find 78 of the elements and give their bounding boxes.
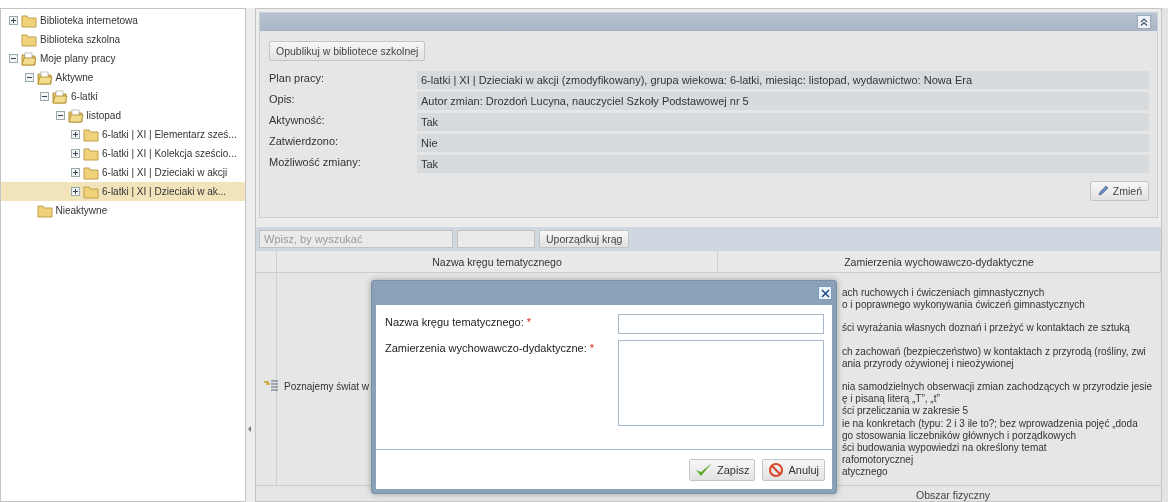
checkmark-icon <box>695 461 713 478</box>
field-label: Nazwa kręgu tematycznego: <box>385 316 524 328</box>
field-value: Tak <box>417 155 1149 173</box>
table-cell-text: ę i pisaną literą „T”, „t” <box>842 393 940 406</box>
tree-item[interactable]: Biblioteka internetowa <box>1 11 245 30</box>
change-button[interactable]: Zmień <box>1089 181 1149 201</box>
field-value: Nie <box>417 134 1149 152</box>
table-cell-text: ści budowania wypowiedzi na określony temat <box>842 442 1047 455</box>
input-field[interactable] <box>457 230 535 248</box>
field-label: Aktywność: <box>269 113 326 128</box>
table-cell-text: ści wyrażania własnych doznań i przeżyć w kontaktach ze sztuką <box>842 321 1130 335</box>
field-label: Zamierzenia wychowawczo-dydaktyczne: <box>385 342 587 354</box>
table-cell-text: ści przeliczania w zakresie 5 <box>842 405 969 418</box>
tree-item[interactable]: 6-latki | XI | Dzieciaki w ak... <box>1 182 245 201</box>
field-value: Tak <box>417 113 1149 131</box>
expander-icon[interactable] <box>71 187 80 196</box>
expander-icon[interactable] <box>24 73 34 82</box>
field-label: Zatwierdzono: <box>269 134 340 149</box>
open-folder-icon <box>67 108 84 123</box>
collapse-icon[interactable] <box>1137 15 1151 29</box>
required-mark: * <box>589 342 595 354</box>
tree-item[interactable]: 6-latki <box>1 87 245 106</box>
column-header[interactable]: Zamierzenia wychowawczo-dydaktyczne <box>718 251 1161 272</box>
table-cell-text: ie na konkretach (typu: 2 i 3 ile to?; bez wprowadzenia pojęć „doda <box>842 417 1138 430</box>
save-button[interactable]: Zapisz <box>689 458 756 481</box>
list-icon <box>263 379 279 393</box>
table-cell: Poznajemy świat w <box>284 380 370 392</box>
required-mark: * <box>526 316 532 328</box>
column-header[interactable]: Nazwa kręgu tematycznego <box>277 251 718 272</box>
table-cell-text: atycznego <box>842 466 888 479</box>
expander-icon[interactable] <box>55 111 65 120</box>
field-label: Opis: <box>269 92 296 107</box>
table-cell-text: go stosowania liczebników głównych i porządkowych <box>842 429 1076 443</box>
field-value: 6-latki | XI | Dzieciaki w akcji (zmodyfikowany), grupa wiekowa: 6-latki, miesiąc: listopad, wydawnictwo: Nowa Era <box>417 71 1149 89</box>
table-cell-text: ch zachowań (bezpieczeństwo) w kontaktach z przyrodą (rośliny, zwi <box>842 344 1146 358</box>
field-value: Autor zmian: Drozdoń Lucyna, nauczyciel Szkoły Podstawowej nr 5 <box>417 92 1149 110</box>
sort-button[interactable]: Uporządkuj krąg <box>539 230 630 248</box>
tree-item[interactable]: Aktywne <box>1 68 245 87</box>
table-cell-text: ach ruchowych i ćwiczeniach gimnastycznych <box>842 287 1045 300</box>
input-field[interactable] <box>618 314 824 334</box>
expander-icon[interactable] <box>9 16 18 25</box>
expander-icon[interactable] <box>71 168 80 177</box>
expander-icon[interactable] <box>71 130 80 139</box>
tree-item[interactable]: 6-latki | XI | Kolekcja sześcio... <box>1 144 245 163</box>
expander-icon[interactable] <box>9 54 18 63</box>
folder-icon <box>36 203 53 218</box>
scrollbar[interactable] <box>1162 8 1168 502</box>
table-cell-text: ania przyrody ożywionej i nieożywionej <box>842 357 1014 370</box>
field-label: Plan pracy: <box>269 71 326 86</box>
folder-icon <box>83 184 99 199</box>
search-field[interactable]: Wpisz, by wyszukać <box>259 230 453 248</box>
expander-icon[interactable] <box>71 149 80 158</box>
cancel-button[interactable]: Anuluj <box>762 458 825 481</box>
prohibited-icon <box>768 461 785 478</box>
publish-button[interactable]: Opublikuj w bibliotece szkolnej <box>269 41 426 61</box>
tree-item[interactable]: Nieaktywne <box>1 201 245 220</box>
tree-item[interactable]: listopad <box>1 106 245 125</box>
splitter-handle[interactable] <box>246 8 255 502</box>
folder-icon <box>83 165 99 180</box>
table-cell-text: nia samodzielnych obserwacji zmian zachodzących w przyrodzie jesie <box>842 380 1153 394</box>
table-cell-text: rafomotorycznej <box>842 454 914 467</box>
tree-item[interactable]: 6-latki | XI | Elementarz sześ... <box>1 125 245 144</box>
open-folder-icon <box>36 70 53 85</box>
pencil-icon <box>1096 185 1109 197</box>
close-button[interactable] <box>818 286 832 300</box>
group-heading: Obszar fizyczny <box>916 488 992 501</box>
folder-icon <box>21 13 37 28</box>
table-cell-text: o i poprawnego wykonywania ćwiczeń gimnastycznych <box>842 299 1085 312</box>
folder-icon <box>21 32 37 47</box>
folder-icon <box>83 127 99 142</box>
tree-item[interactable]: 6-latki | XI | Dzieciaki w akcji <box>1 163 245 182</box>
field-label: Możliwość zmiany: <box>269 155 362 170</box>
open-folder-icon <box>21 51 37 66</box>
expander-icon[interactable] <box>40 92 49 101</box>
tree-item[interactable]: Biblioteka szkolna <box>1 30 245 49</box>
open-folder-icon <box>52 89 68 104</box>
tree-item[interactable]: Moje plany pracy <box>1 49 245 68</box>
folder-icon <box>83 146 99 161</box>
